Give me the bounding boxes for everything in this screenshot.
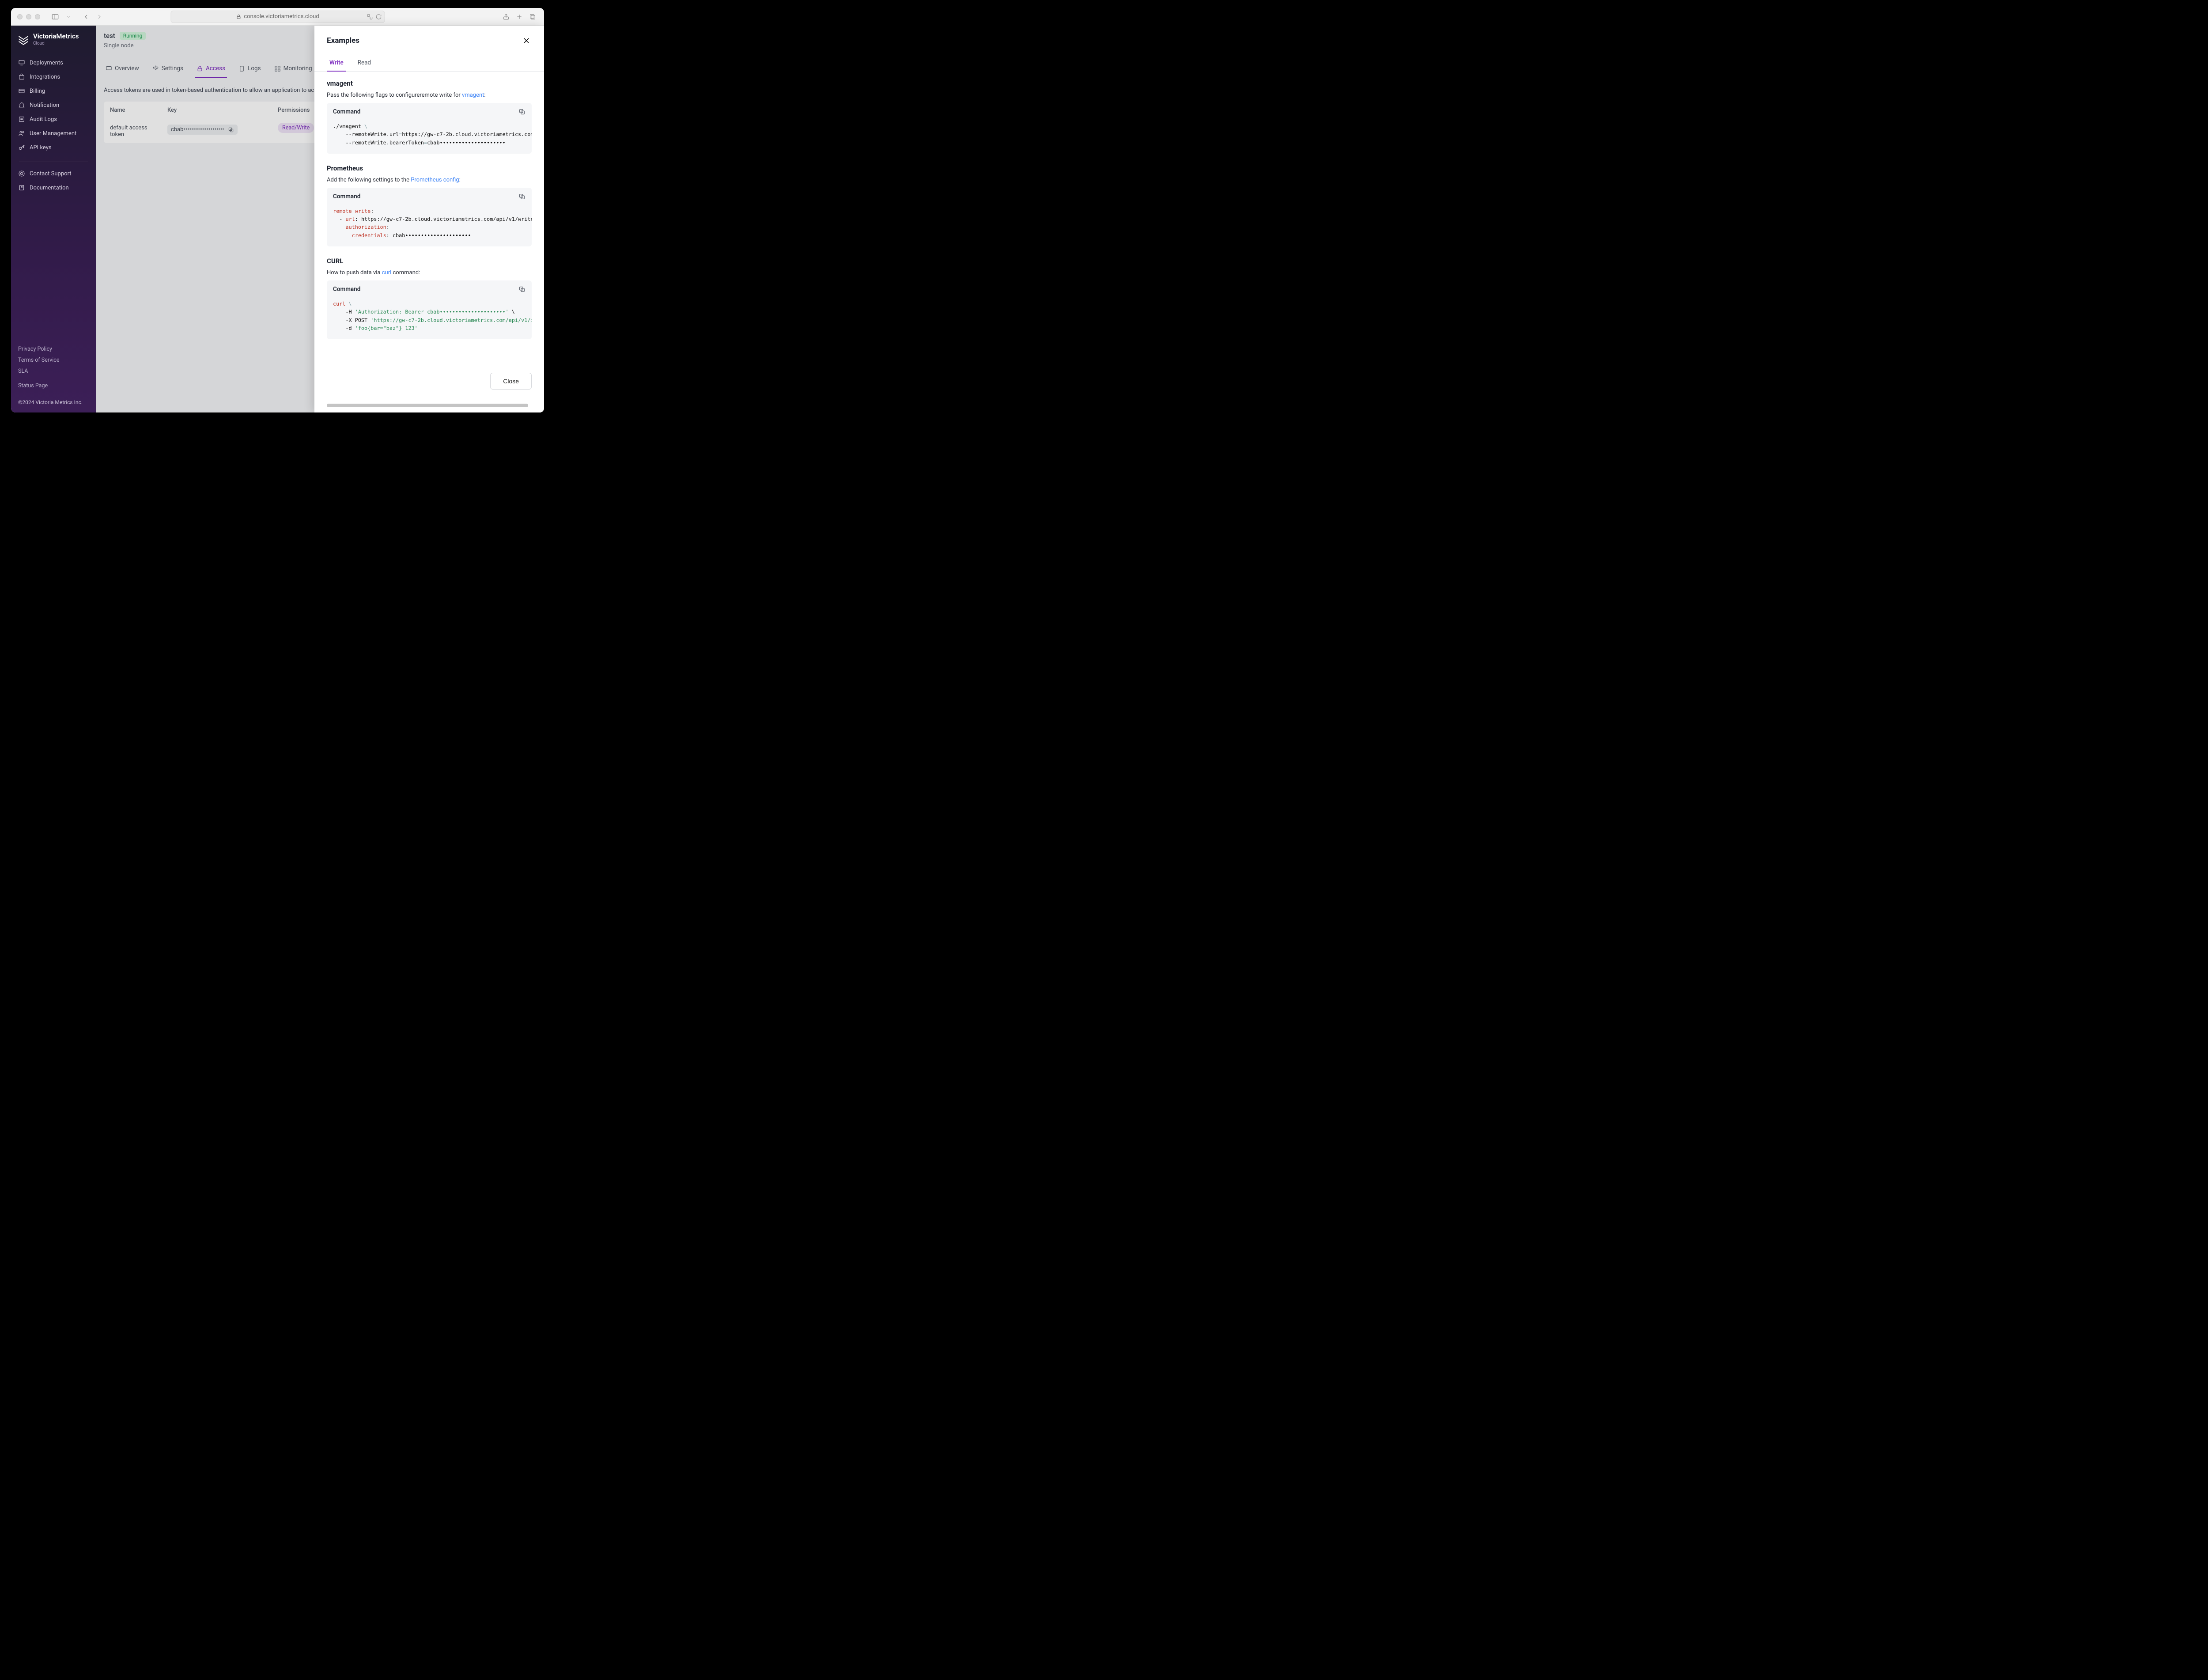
sidebar-item-documentation[interactable]: Documentation [11,181,96,195]
sidebar-item-billing[interactable]: Billing [11,84,96,98]
token-name: default access token [104,119,161,143]
code-block[interactable]: remote_write: - url: https://gw-c7-2b.cl… [327,205,532,246]
tab-label: Settings [162,65,183,72]
hint-text: Pass the following flags to configurerem… [327,92,462,98]
sidebar-item-label: User Management [30,130,76,137]
section-curl: CURL How to push data via curl command: … [327,257,532,339]
url-text: console.victoriametrics.cloud [244,13,319,20]
token-key-text: cbab••••••••••••••••••••• [171,126,224,133]
close-icon[interactable] [521,35,532,46]
tab-logs[interactable]: Logs [237,61,263,78]
panel-title: Examples [327,36,359,45]
brand-text-a: Victoria [33,32,56,40]
table-header-name: Name [104,102,161,119]
share-icon[interactable] [501,11,511,22]
page-title: test [104,32,115,40]
brand-text-b: Metrics [56,32,79,40]
sidebar-item-label: Documentation [30,185,69,191]
copy-icon[interactable] [518,108,526,115]
sidebar-item-label: Deployments [30,60,63,66]
sidebar-item-notification[interactable]: Notification [11,98,96,112]
command-box: Command remote_write: - url: https://gw-… [327,188,532,246]
translate-icon[interactable] [367,14,373,20]
code-block[interactable]: ./vmagent \ --remoteWrite.url=https://gw… [327,121,532,154]
hint-text: Add the following settings to the [327,177,411,183]
section-vmagent: vmagent Pass the following flags to conf… [327,79,532,154]
sidebar-item-usermgmt[interactable]: User Management [11,126,96,140]
browser-titlebar: console.victoriametrics.cloud [11,8,544,26]
code-block[interactable]: curl \ -H 'Authorization: Bearer cbab•••… [327,298,532,339]
tab-monitoring[interactable]: Monitoring [272,61,314,78]
close-button[interactable]: Close [490,373,532,390]
link-vmagent[interactable]: vmagent [462,92,484,98]
sidebar-item-integrations[interactable]: Integrations [11,70,96,84]
command-box: Command curl \ -H 'Authorization: Bearer… [327,280,532,339]
command-label: Command [333,286,360,293]
copy-icon[interactable] [518,193,526,200]
reload-icon[interactable] [375,14,382,20]
sidebar-item-auditlogs[interactable]: Audit Logs [11,112,96,126]
footer-link-status[interactable]: Status Page [18,380,89,391]
command-label: Command [333,193,360,200]
window-traffic-lights[interactable] [17,14,40,19]
table-header-key: Key [161,102,272,119]
chevron-down-icon[interactable] [63,11,74,22]
sidebar-item-label: Billing [30,88,45,95]
footer-link-terms[interactable]: Terms of Service [18,355,89,366]
command-box: Command ./vmagent \ --remoteWrite.url=ht… [327,103,532,154]
tab-settings[interactable]: Settings [151,61,185,78]
copyright: ©2024 Victoria Metrics Inc. [18,399,89,405]
nav-forward-icon[interactable] [94,11,105,22]
link-prometheus-config[interactable]: Prometheus config [411,177,459,183]
panel-tab-write[interactable]: Write [327,55,346,72]
section-prometheus: Prometheus Add the following settings to… [327,164,532,246]
sidebar-item-label: API keys [30,144,52,151]
brand-sub: Cloud [33,41,79,46]
section-heading: CURL [327,257,532,265]
section-heading: Prometheus [327,164,532,172]
copy-icon[interactable] [518,286,526,293]
tab-label: Access [206,65,225,72]
hint-text: How to push data via [327,269,382,276]
tab-label: Logs [248,65,261,72]
sidebar-toggle-icon[interactable] [50,11,60,22]
new-tab-icon[interactable] [514,11,525,22]
tab-access[interactable]: Access [195,61,227,78]
panel-tab-read[interactable]: Read [355,55,374,72]
sidebar-item-label: Integrations [30,74,60,80]
examples-panel: Examples Write Read vmagent Pass the fol… [314,26,544,412]
tab-overview[interactable]: Overview [104,61,141,78]
hint-text: command: [391,269,420,276]
nav-back-icon[interactable] [81,11,91,22]
token-key-cell: cbab••••••••••••••••••••• [167,125,238,135]
sidebar: VictoriaMetrics Cloud Deployments Integr… [11,26,96,412]
copy-icon[interactable] [228,127,234,133]
tab-label: Monitoring [284,65,312,72]
section-heading: vmagent [327,79,532,87]
url-bar[interactable]: console.victoriametrics.cloud [170,11,385,23]
status-badge: Running [120,32,146,40]
brand-logo[interactable]: VictoriaMetrics Cloud [11,32,96,56]
permission-chip: Read/Write [278,123,314,133]
sidebar-item-label: Contact Support [30,170,72,177]
tab-label: Overview [115,65,139,72]
sidebar-item-label: Audit Logs [30,116,57,123]
command-label: Command [333,108,360,115]
sidebar-item-apikeys[interactable]: API keys [11,140,96,155]
footer-link-privacy[interactable]: Privacy Policy [18,344,89,355]
horizontal-scrollbar[interactable] [327,404,528,407]
sidebar-item-support[interactable]: Contact Support [11,166,96,181]
footer-link-sla[interactable]: SLA [18,366,89,377]
sidebar-item-deployments[interactable]: Deployments [11,56,96,70]
link-curl[interactable]: curl [382,269,392,276]
tabs-overview-icon[interactable] [527,11,538,22]
sidebar-item-label: Notification [30,102,59,109]
